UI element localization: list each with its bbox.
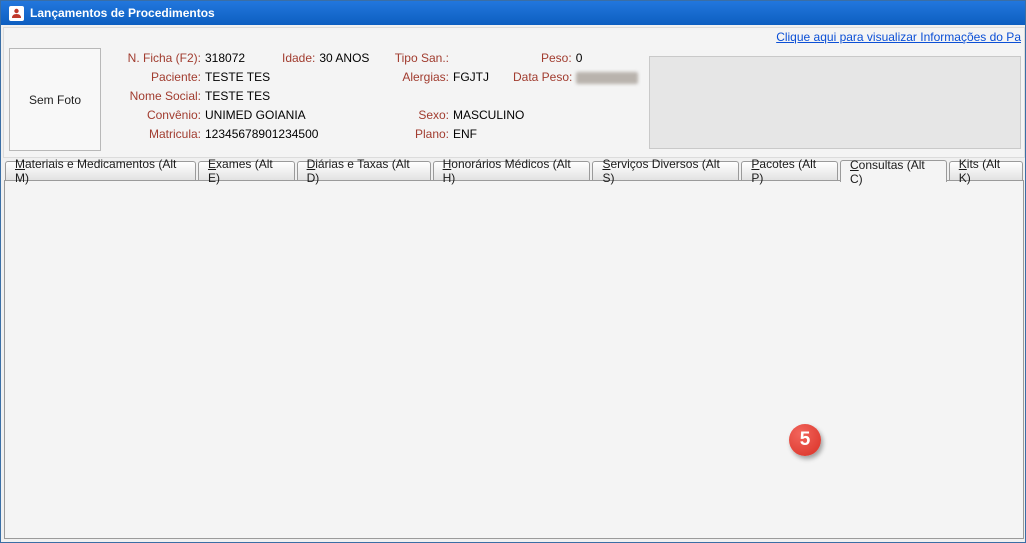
app-icon xyxy=(9,6,24,21)
photo-placeholder: Sem Foto xyxy=(9,48,101,151)
patient-paciente: Paciente:TESTE TES xyxy=(101,70,270,84)
tab-diarias[interactable]: Diárias e Taxas (Alt D) xyxy=(297,161,431,180)
patient-tipo-san: Tipo San.: xyxy=(361,51,453,65)
window-title: Lançamentos de Procedimentos xyxy=(30,6,215,20)
tab-servicos[interactable]: Serviços Diversos (Alt S) xyxy=(592,161,739,180)
patient-convenio: Convênio:UNIMED GOIANIA xyxy=(101,108,306,122)
consultas-panel xyxy=(4,180,1024,539)
tab-pacotes[interactable]: Pacotes (Alt P) xyxy=(741,161,838,180)
patient-info-link[interactable]: Clique aqui para visualizar Informações … xyxy=(776,30,1021,44)
tab-materiais[interactable]: Materiais e Medicamentos (Alt M) xyxy=(5,161,196,180)
patient-plano: Plano:ENF xyxy=(361,127,477,141)
annotation-badge-5: 5 xyxy=(789,424,821,456)
tab-bar: Materiais e Medicamentos (Alt M) Exames … xyxy=(5,160,1025,180)
patient-extra-panel xyxy=(649,56,1021,149)
titlebar: Lançamentos de Procedimentos xyxy=(1,1,1025,25)
patient-sexo: Sexo:MASCULINO xyxy=(361,108,524,122)
patient-data-peso: Data Peso: xyxy=(513,70,638,84)
tab-kits[interactable]: Kits (Alt K) xyxy=(949,161,1023,180)
photo-placeholder-label: Sem Foto xyxy=(29,93,81,107)
tab-consultas[interactable]: Consultas (Alt C) xyxy=(840,160,947,182)
tab-exames[interactable]: Exames (Alt E) xyxy=(198,161,295,180)
tab-honorarios[interactable]: Honorários Médicos (Alt H) xyxy=(433,161,591,180)
patient-ficha: N. Ficha (F2):318072 xyxy=(101,51,245,65)
data-peso-redaction xyxy=(576,72,638,84)
procedures-window: Lançamentos de Procedimentos Clique aqui… xyxy=(0,0,1026,543)
patient-idade: Idade:30 ANOS xyxy=(282,51,369,65)
patient-nome-social: Nome Social:TESTE TES xyxy=(101,89,270,103)
patient-peso: Peso:0 xyxy=(541,51,582,65)
patient-alergias: Alergias:FGJTJ xyxy=(361,70,489,84)
patient-matricula: Matricula:12345678901234500 xyxy=(101,127,318,141)
